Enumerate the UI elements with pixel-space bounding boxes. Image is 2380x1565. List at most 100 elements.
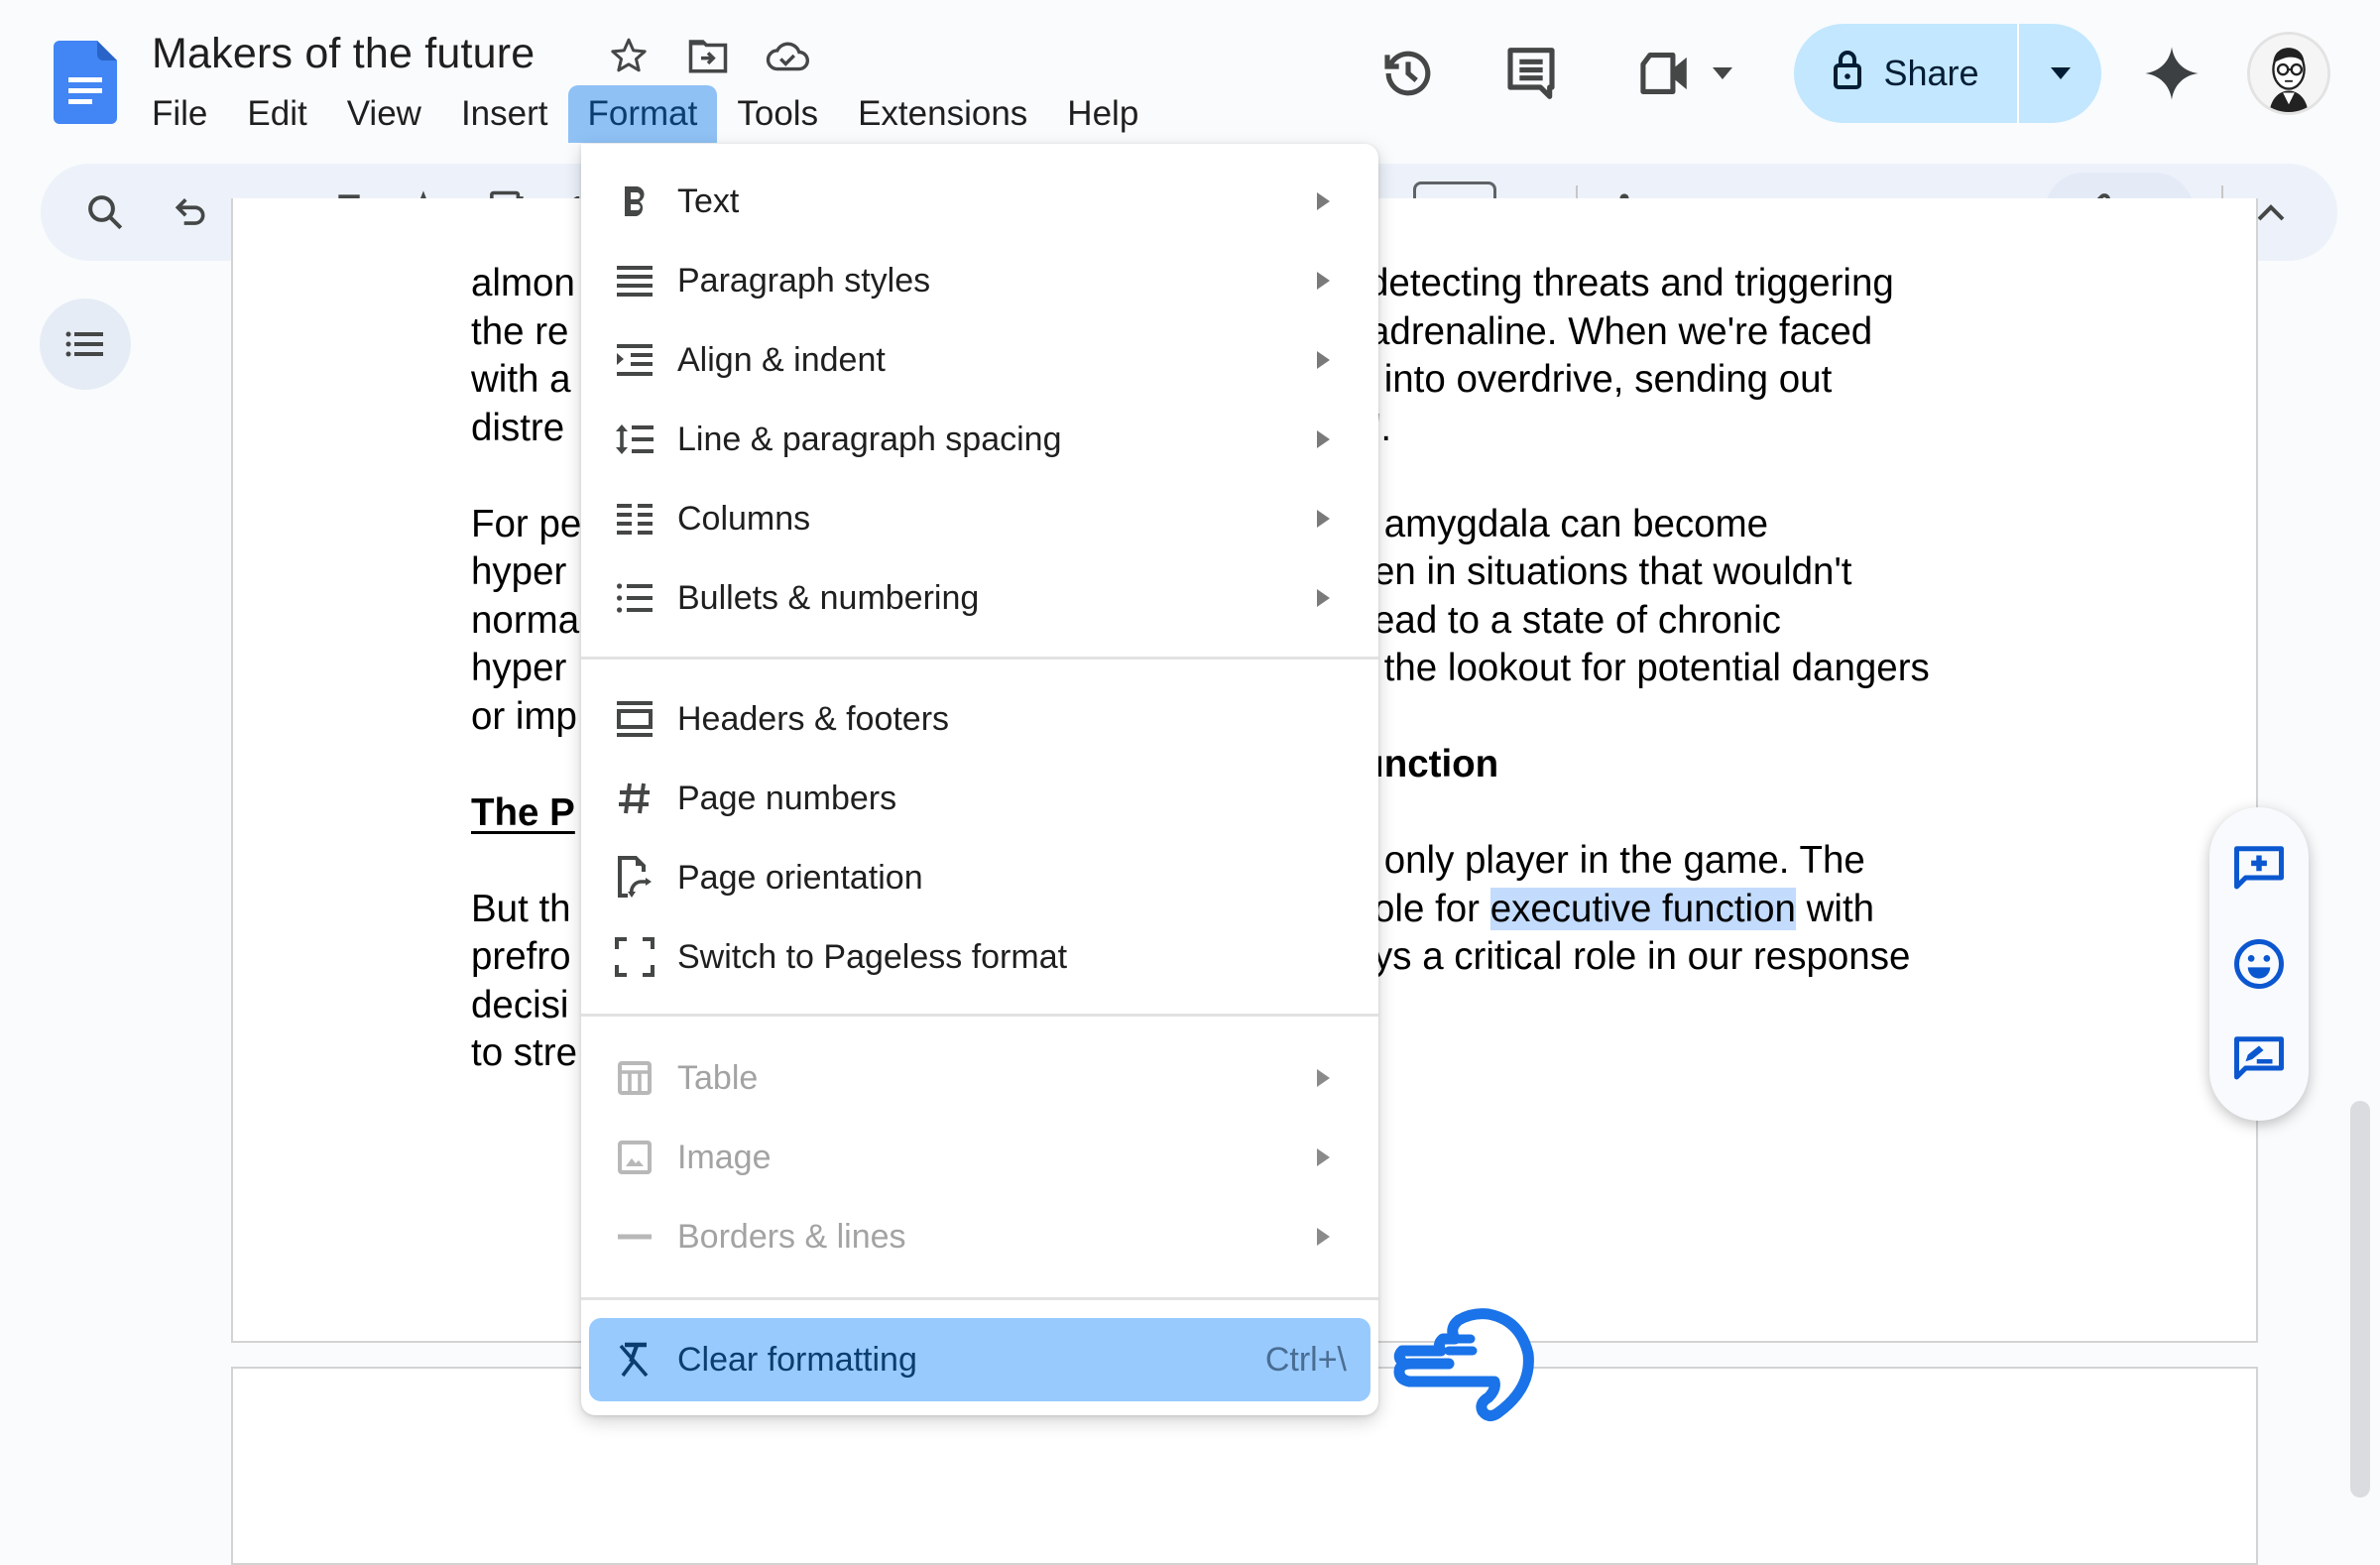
share-options-caret[interactable] [2019, 24, 2101, 123]
doc-line: amygdala can become [1373, 502, 1769, 545]
document-right-column: detecting threats and triggering adrenal… [1368, 260, 2068, 982]
doc-line: '. [1373, 406, 1392, 449]
doc-line: only player in the game. The [1373, 839, 1865, 882]
doc-line: with a [471, 358, 571, 401]
menu-divider [581, 1297, 1378, 1300]
doc-line: to stre [471, 1031, 577, 1074]
submenu-arrow-icon [1317, 1069, 1330, 1087]
format-menu-item-clear-formatting[interactable]: Clear formatting Ctrl+\ [589, 1318, 1370, 1401]
doc-line: into overdrive, sending out [1373, 358, 1833, 401]
keyboard-shortcut: Ctrl+\ [1264, 1340, 1347, 1379]
doc-line: almon [471, 262, 575, 304]
star-icon[interactable] [607, 34, 651, 77]
format-menu-item-page-orientation[interactable]: Page orientation [581, 838, 1378, 917]
suggest-edits-icon[interactable] [2231, 1031, 2287, 1087]
selected-text[interactable]: executive function [1489, 887, 1796, 930]
doc-section-heading: The P [471, 790, 575, 834]
menu-file[interactable]: File [132, 85, 227, 143]
menu-view[interactable]: View [327, 85, 441, 143]
doc-line: ys a critical role in our response [1373, 935, 1911, 978]
gemini-sparkle-icon[interactable] [2142, 44, 2202, 103]
bold-icon [611, 178, 658, 225]
page-orientation-icon [611, 854, 658, 902]
doc-line: prefro [471, 935, 571, 978]
meet-icon[interactable] [1636, 44, 1696, 103]
line-spacing-icon [611, 416, 658, 463]
doc-line: But th [471, 887, 571, 930]
doc-line: detecting threats and triggering [1368, 262, 1894, 304]
doc-line: the lookout for potential dangers [1373, 647, 1930, 689]
doc-line-with-selection: ole for executive function with [1373, 887, 1875, 930]
doc-line: or imp [471, 694, 577, 738]
headers-footers-icon [611, 695, 658, 743]
document-left-column: almon the re with a distre For pe hyper … [471, 260, 582, 1078]
menu-tools[interactable]: Tools [717, 85, 838, 143]
menu-help[interactable]: Help [1047, 85, 1158, 143]
menu-extensions[interactable]: Extensions [838, 85, 1047, 143]
cloud-saved-icon[interactable] [766, 34, 809, 77]
format-menu-item-image: Image [581, 1118, 1378, 1197]
undo-icon[interactable] [161, 182, 220, 242]
format-menu-item-headers-footers[interactable]: Headers & footers [581, 679, 1378, 759]
doc-line: decisi [471, 983, 569, 1026]
add-comment-icon[interactable] [2231, 841, 2287, 897]
menu-bar: File Edit View Insert Format Tools Exten… [132, 85, 1158, 143]
table-icon [611, 1054, 658, 1102]
doc-line: en in situations that wouldn't [1373, 550, 1852, 593]
format-menu-item-bullets-numbering[interactable]: Bullets & numbering [581, 558, 1378, 638]
format-menu-dropdown: Text Paragraph styles Align & indent Lin… [581, 144, 1378, 1415]
format-menu-item-align-indent[interactable]: Align & indent [581, 320, 1378, 400]
vertical-scrollbar[interactable] [2350, 1101, 2370, 1498]
share-label: Share [1883, 53, 1979, 93]
bulleted-list-icon [611, 574, 658, 622]
columns-icon [611, 495, 658, 542]
version-history-icon[interactable] [1378, 44, 1438, 103]
lock-icon [1832, 49, 1863, 99]
format-menu-item-page-numbers[interactable]: Page numbers [581, 759, 1378, 838]
image-icon [611, 1134, 658, 1181]
clear-formatting-icon [611, 1336, 658, 1384]
submenu-arrow-icon [1317, 430, 1330, 448]
format-menu-item-paragraph-styles[interactable]: Paragraph styles [581, 241, 1378, 320]
docs-logo-icon[interactable] [54, 41, 117, 124]
doc-line: adrenaline. When we're faced [1368, 309, 1873, 353]
doc-line: hyper [471, 550, 567, 593]
user-avatar[interactable] [2247, 32, 2330, 115]
format-menu-item-table: Table [581, 1038, 1378, 1118]
move-to-folder-icon[interactable] [686, 34, 730, 77]
document-outline-button[interactable] [40, 299, 131, 390]
doc-line: distre [471, 406, 565, 449]
submenu-arrow-icon [1317, 351, 1330, 369]
pageless-icon [611, 933, 658, 981]
share-main-button[interactable]: Share [1794, 24, 2019, 123]
menu-insert[interactable]: Insert [441, 85, 568, 143]
menu-format[interactable]: Format [567, 85, 718, 143]
comments-icon[interactable] [1501, 44, 1561, 103]
submenu-arrow-icon [1317, 1148, 1330, 1166]
share-button[interactable]: Share [1794, 24, 2101, 123]
add-emoji-reaction-icon[interactable] [2231, 936, 2287, 992]
borders-lines-icon [611, 1213, 658, 1261]
format-menu-item-borders-lines: Borders & lines [581, 1197, 1378, 1276]
meet-dropdown-caret-icon[interactable] [1698, 44, 1747, 103]
doc-line: hyper [471, 647, 567, 689]
doc-line: ead to a state of chronic [1373, 598, 1781, 642]
format-menu-item-columns[interactable]: Columns [581, 479, 1378, 558]
document-title[interactable]: Makers of the future [152, 30, 535, 78]
submenu-arrow-icon [1317, 192, 1330, 210]
pointing-hand-cursor-icon [1393, 1294, 1537, 1423]
submenu-arrow-icon [1317, 510, 1330, 528]
caret-down-icon [2050, 67, 2071, 79]
format-menu-item-text[interactable]: Text [581, 162, 1378, 241]
align-indent-icon [611, 336, 658, 384]
format-menu-item-line-spacing[interactable]: Line & paragraph spacing [581, 400, 1378, 479]
submenu-arrow-icon [1317, 1228, 1330, 1246]
search-menus-icon[interactable] [75, 182, 135, 242]
doc-section-heading-end: ınction [1373, 743, 1499, 785]
menu-edit[interactable]: Edit [227, 85, 326, 143]
format-menu-item-pageless[interactable]: Switch to Pageless format [581, 917, 1378, 997]
doc-line: the re [471, 309, 569, 353]
doc-line: norma [471, 598, 580, 642]
paragraph-styles-icon [611, 257, 658, 304]
doc-line: For pe [471, 502, 582, 545]
